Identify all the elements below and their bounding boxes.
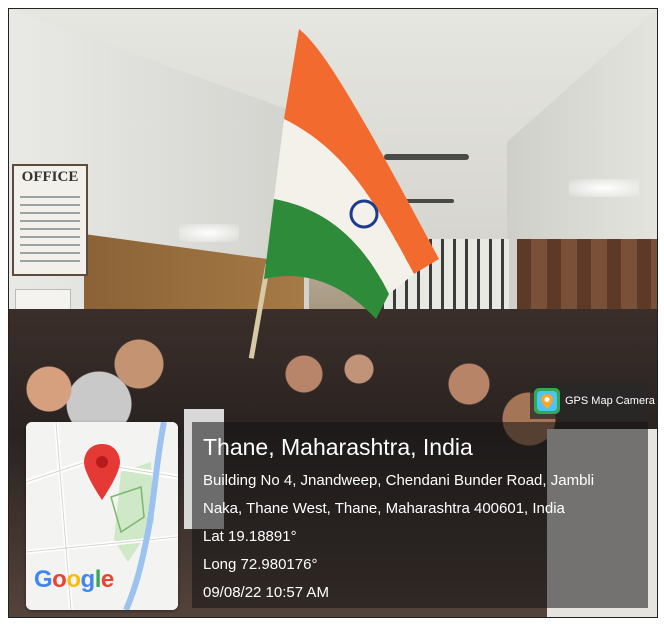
- badge-label: GPS Map Camera: [565, 395, 655, 407]
- google-logo-letter: G: [34, 566, 53, 593]
- google-logo-letter: e: [100, 566, 114, 593]
- tube-light: [569, 179, 639, 197]
- date-time: 09/08/22 10:57 AM: [203, 584, 329, 601]
- google-logo-letter: g: [80, 566, 96, 593]
- google-logo-letter: o: [52, 566, 67, 593]
- tube-light: [179, 224, 239, 242]
- longitude: Long 72.980176°: [203, 556, 318, 573]
- indian-flag: [264, 29, 439, 319]
- location-map-thumbnail: Google: [26, 422, 178, 610]
- gps-map-camera-badge: GPS Map Camera: [530, 383, 655, 419]
- google-logo: Google: [34, 566, 114, 594]
- location-info-panel: Thane, Maharashtra, India Building No 4,…: [192, 422, 648, 608]
- office-sign-text: OFFICE: [21, 169, 79, 185]
- google-logo-letter: o: [66, 566, 81, 593]
- location-title: Thane, Maharashtra, India: [203, 434, 473, 460]
- gps-map-camera-app-icon: [534, 388, 560, 414]
- office-sign: OFFICE: [12, 164, 88, 276]
- office-sign-board: [20, 196, 80, 266]
- address-line-1: Building No 4, Jnandweep, Chendani Bunde…: [203, 472, 595, 489]
- latitude: Lat 19.18891°: [203, 528, 297, 545]
- address-line-2: Naka, Thane West, Thane, Maharashtra 400…: [203, 500, 565, 517]
